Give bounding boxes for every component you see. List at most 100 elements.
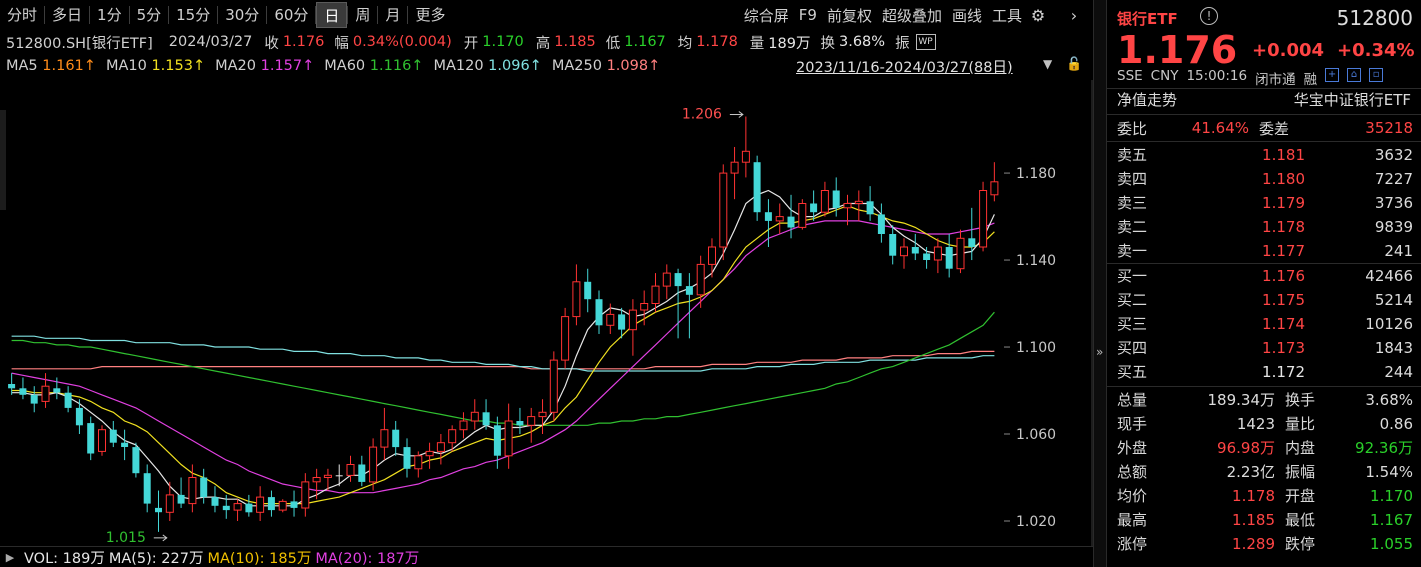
candle — [933, 238, 942, 274]
volume-legend-row: ▶ VOL: 189万 MA(5): 227万 MA(10): 185万 MA(… — [0, 546, 1093, 567]
candle-body — [267, 497, 275, 511]
tool-button[interactable]: 画线 — [947, 5, 987, 26]
candle-body — [87, 423, 95, 454]
timeframe-tab[interactable]: 月 — [378, 2, 407, 28]
stat-k1: 总量 — [1117, 391, 1148, 409]
stat-k2: 量比 — [1285, 415, 1316, 433]
tool-button[interactable]: 前复权 — [822, 5, 877, 26]
expand-icon[interactable]: ▶ — [0, 551, 20, 564]
timeframe-tab[interactable]: 60分 — [267, 2, 315, 28]
vol-ma20: MA(20): 187万 — [315, 550, 420, 567]
ask-row[interactable]: 卖五 1.181 3632 — [1117, 143, 1413, 166]
candle — [425, 442, 434, 469]
tool-button[interactable]: 超级叠加 — [877, 5, 947, 26]
gear-icon[interactable]: ⚙ — [1027, 6, 1049, 25]
candle-body — [358, 464, 366, 482]
stat-v1: 1.289 — [1232, 534, 1275, 553]
candle — [19, 377, 27, 400]
candle-body — [674, 273, 682, 287]
candle — [200, 468, 208, 504]
candle — [380, 407, 389, 461]
timeframe-tab[interactable]: 日 — [316, 2, 348, 28]
open-label: 开 — [463, 35, 479, 52]
stat-row: 现手 1423 量比 0.86 — [1117, 412, 1413, 435]
candle — [595, 290, 603, 334]
candle-body — [854, 200, 863, 205]
ma-label: MA60 — [324, 58, 370, 74]
candle-body — [177, 494, 185, 504]
timeframe-tab[interactable]: 更多 — [408, 2, 452, 28]
candle — [132, 442, 140, 478]
timeframe-tab[interactable]: 30分 — [218, 2, 266, 28]
candle-body — [448, 429, 457, 444]
timeframe-tab[interactable]: 多日 — [45, 2, 89, 28]
stat-v1: 1.185 — [1232, 510, 1275, 529]
tool-button[interactable]: 工具 — [987, 5, 1027, 26]
timeframe-tab[interactable]: 分时 — [0, 2, 44, 28]
tool-button[interactable]: 综合屏 — [739, 5, 794, 26]
timeframe-tab[interactable]: 1分 — [90, 2, 129, 28]
alert-icon[interactable]: ⌂ — [1347, 68, 1362, 82]
candle-body — [820, 190, 829, 213]
chevron-right-icon[interactable]: › — [1063, 6, 1085, 25]
tool-button[interactable]: F9 — [794, 6, 822, 24]
ask-price: 1.181 — [1262, 145, 1305, 164]
ask-row[interactable]: 卖三 1.179 3736 — [1117, 191, 1413, 214]
extreme-annotation: 1.206 — [682, 107, 722, 123]
date-label: 2024/03/27 — [168, 34, 253, 50]
candle-body — [719, 172, 728, 248]
bid-row[interactable]: 买四 1.173 1843 — [1117, 336, 1413, 359]
panel-header: 银行ETF ! 512800 — [1117, 4, 1413, 30]
exchange-label: SSE — [1117, 68, 1143, 84]
candle-body — [662, 272, 671, 287]
candle-body — [527, 416, 536, 426]
double-chevron-right-icon[interactable]: » — [1096, 345, 1103, 359]
candle-body — [64, 392, 72, 408]
ask-row[interactable]: 卖二 1.178 9839 — [1117, 215, 1413, 238]
stat-k1: 总额 — [1117, 463, 1148, 481]
candle — [75, 399, 83, 435]
ma-legend-item: MA250 1.098↑ — [552, 58, 660, 74]
lock-icon[interactable]: 🔓 — [1066, 57, 1082, 72]
ma-legend-item: MA20 1.157↑ — [215, 58, 314, 74]
bid-row[interactable]: 买五 1.172 244 — [1117, 360, 1413, 383]
stat-k1: 现手 — [1117, 415, 1148, 433]
timeframe-tab[interactable]: 周 — [348, 2, 377, 28]
webi-value: 41.64% — [1191, 119, 1249, 137]
candle — [527, 407, 536, 443]
candle — [561, 307, 570, 369]
date-range-selector[interactable]: 2023/11/16-2024/03/27(88日) — [796, 56, 1013, 77]
wp-icon[interactable]: WP — [915, 34, 936, 50]
scroll-handle[interactable] — [0, 110, 6, 210]
y-tick-label: 1.020 — [1016, 514, 1056, 530]
add-icon[interactable]: + — [1325, 68, 1340, 82]
bid-row[interactable]: 买二 1.175 5214 — [1117, 288, 1413, 311]
ask-price: 1.180 — [1262, 169, 1305, 188]
window-icon[interactable]: ▫ — [1369, 68, 1384, 82]
bid-row[interactable]: 买一 1.176 42466 — [1117, 264, 1413, 287]
panel-divider[interactable] — [1093, 0, 1107, 567]
ask-row[interactable]: 卖四 1.180 7227 — [1117, 167, 1413, 190]
bid-name: 买二 — [1117, 291, 1148, 309]
ask-row[interactable]: 卖一 1.177 241 — [1117, 239, 1413, 262]
timeframe-tab[interactable]: 5分 — [130, 2, 169, 28]
timeframe-tab[interactable]: 15分 — [169, 2, 217, 28]
nav-trend-link[interactable]: 净值走势 — [1117, 89, 1177, 110]
bid-row[interactable]: 买三 1.174 10126 — [1117, 312, 1413, 335]
y-tick-label: 1.060 — [1016, 427, 1056, 443]
ask-price: 1.178 — [1262, 217, 1305, 236]
caret-down-icon[interactable]: ▼ — [1043, 57, 1052, 71]
candle-body — [470, 411, 479, 422]
info-icon[interactable]: ! — [1200, 7, 1218, 25]
candle — [64, 386, 72, 413]
candle — [312, 468, 321, 500]
ma20-line — [11, 220, 995, 494]
candle — [211, 486, 219, 513]
candlestick-chart[interactable]: 1.180 1.140 1.100 1.060 1.020 1.206 1.015 — [0, 80, 1093, 546]
candle-body — [143, 473, 151, 504]
avg-value: 1.178 — [696, 34, 738, 50]
candle-body — [595, 299, 603, 326]
ask-name: 卖三 — [1117, 194, 1148, 212]
candle-body — [301, 481, 310, 509]
candle-body — [392, 429, 400, 448]
